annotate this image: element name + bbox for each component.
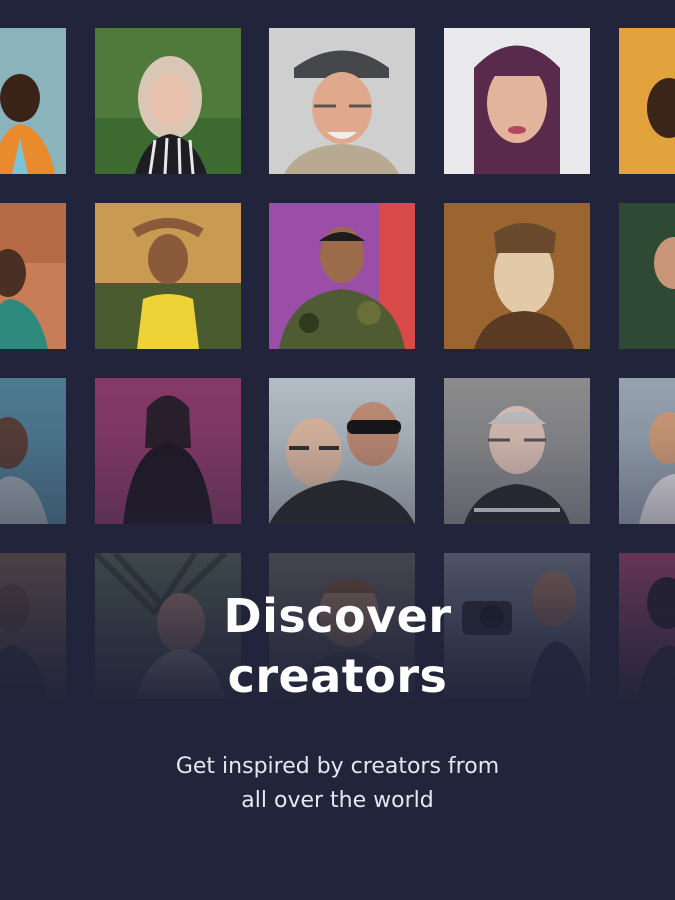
onboarding-title-line-2: creators (227, 649, 448, 703)
creator-photo-r3c3 (269, 378, 415, 524)
creator-photo-r2c2 (95, 203, 241, 349)
creator-photo-r3c4 (444, 378, 590, 524)
creator-photo-r1c4 (444, 28, 590, 174)
onboarding-subtitle: Get inspired by creators from all over t… (0, 750, 675, 818)
creator-photo-r3c5 (619, 378, 675, 524)
creator-photo-r1c1 (0, 28, 66, 174)
creator-photo-r1c3 (269, 28, 415, 174)
onboarding-title: Discover creators (0, 586, 675, 706)
creator-photo-r2c4 (444, 203, 590, 349)
creator-photo-r1c2 (95, 28, 241, 174)
onboarding-subtitle-line-1: Get inspired by creators from (175, 754, 500, 779)
creator-photo-r1c5 (619, 28, 675, 174)
creator-photo-r2c3 (269, 203, 415, 349)
onboarding-subtitle-line-2: all over the world (241, 788, 434, 813)
creator-photo-r2c1 (0, 203, 66, 349)
creator-photo-r3c1 (0, 378, 66, 524)
onboarding-title-line-1: Discover (223, 589, 452, 643)
creator-photo-r3c2 (95, 378, 241, 524)
creator-photo-r2c5 (619, 203, 675, 349)
onboarding-screen: Discover creators Get inspired by creato… (0, 0, 675, 900)
